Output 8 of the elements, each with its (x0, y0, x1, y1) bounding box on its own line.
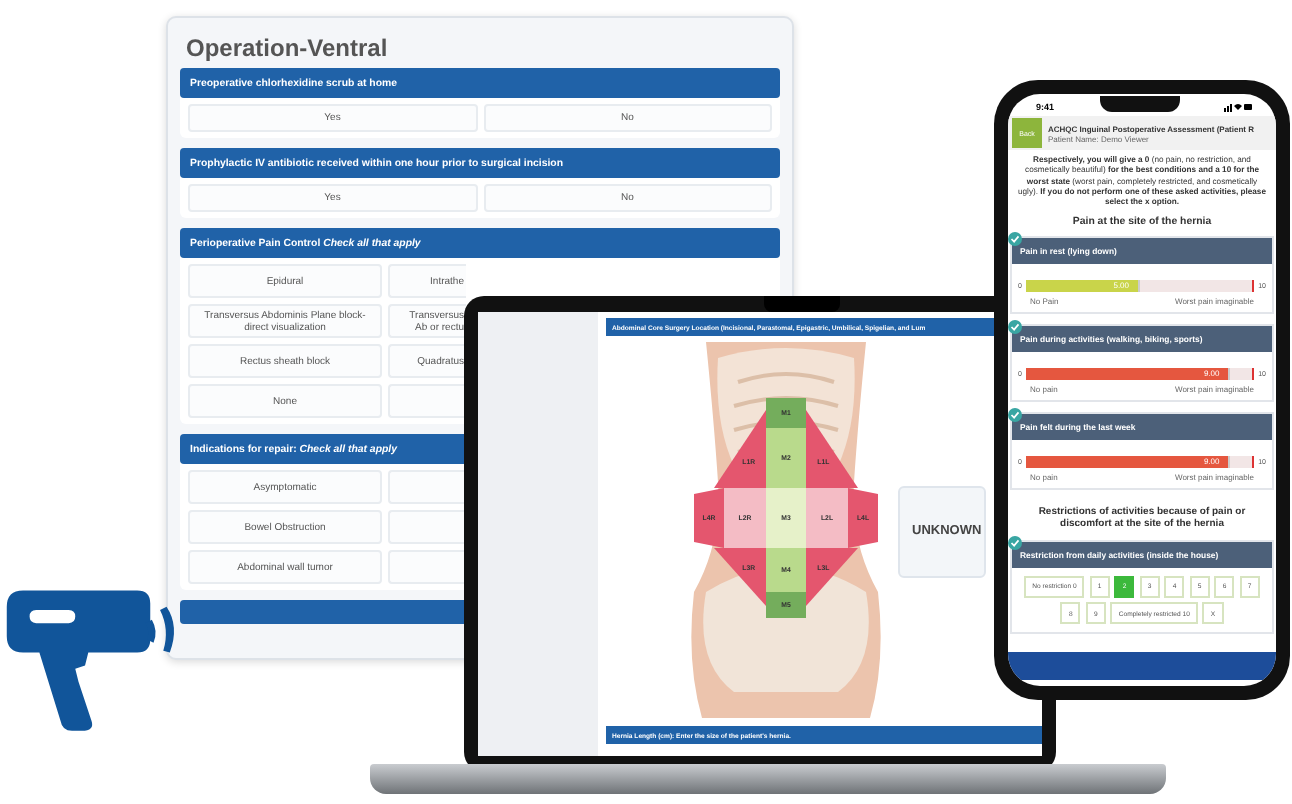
camera-notch (1099, 95, 1179, 111)
option-cell[interactable] (388, 470, 466, 504)
form-title: Operation-Ventral (184, 32, 390, 66)
option-cell[interactable] (388, 384, 466, 418)
option-cell[interactable] (388, 510, 466, 544)
option-cell[interactable] (388, 550, 466, 584)
camera-notch (764, 296, 840, 312)
status-icons (1223, 102, 1252, 112)
